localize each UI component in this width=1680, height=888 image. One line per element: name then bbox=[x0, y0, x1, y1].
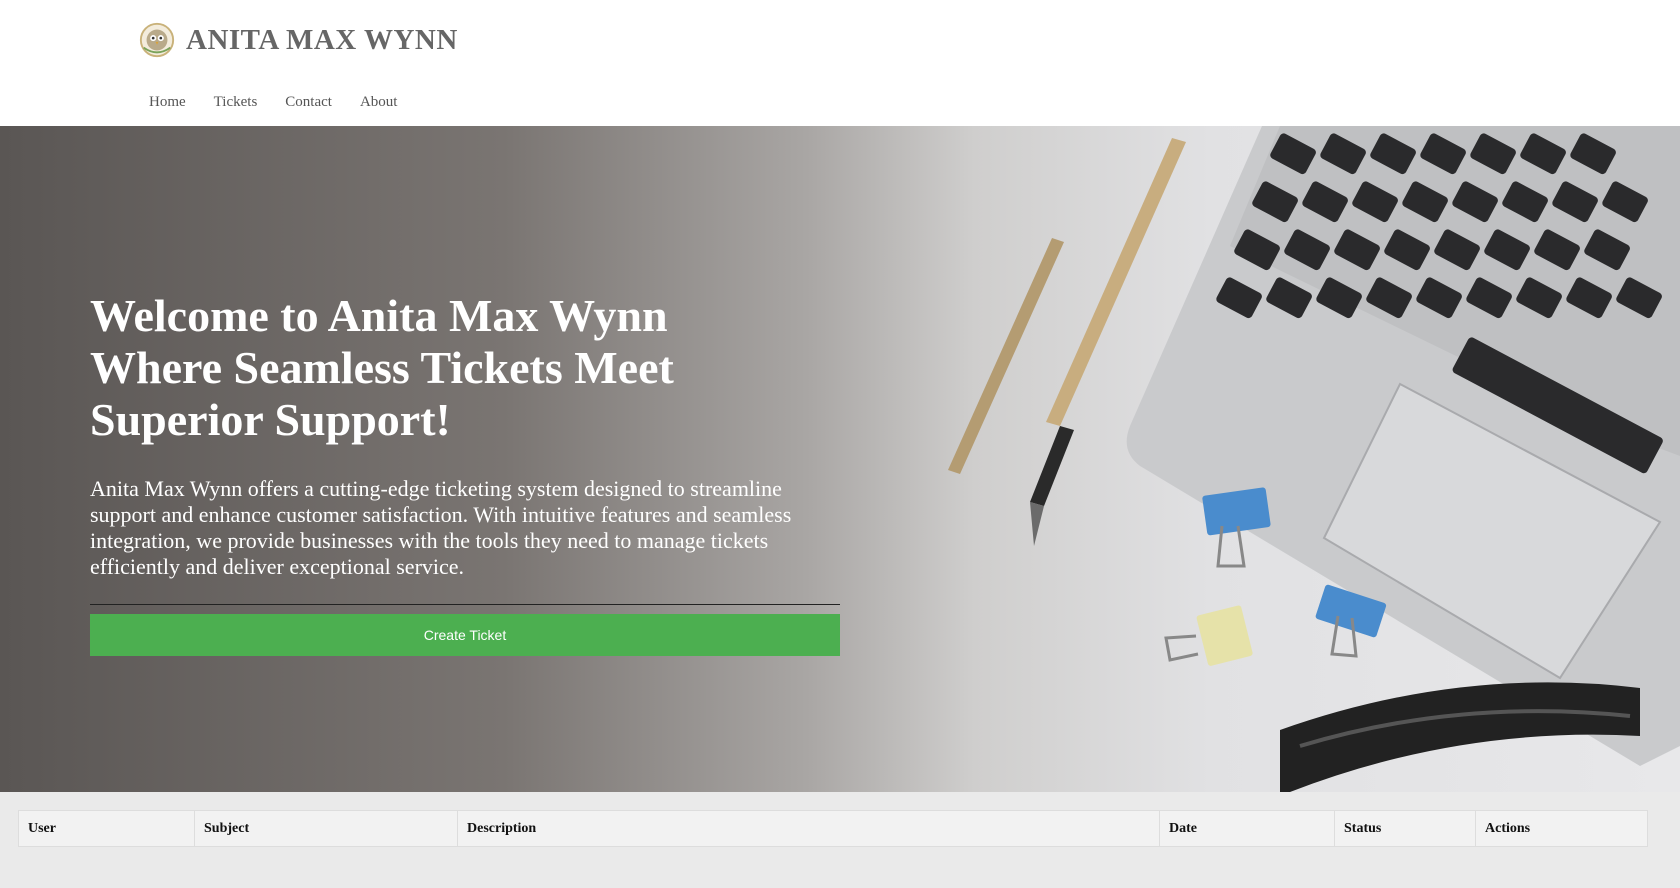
column-header-description: Description bbox=[457, 810, 1160, 847]
create-ticket-button[interactable]: Create Ticket bbox=[90, 614, 840, 656]
nav-contact[interactable]: Contact bbox=[285, 94, 332, 111]
hero-title-line-1: Welcome to Anita Max Wynn bbox=[90, 290, 668, 341]
hero-title-line-3: Superior Support! bbox=[90, 394, 451, 445]
laptop-illustration bbox=[1126, 126, 1680, 766]
owl-crest-logo-icon bbox=[139, 22, 175, 58]
glasses-illustration bbox=[1280, 682, 1640, 792]
pen-illustration bbox=[948, 138, 1186, 546]
tickets-table-section: User Subject Description Date Status Act… bbox=[0, 792, 1680, 888]
column-header-status: Status bbox=[1334, 810, 1476, 847]
hero-section: Welcome to Anita Max Wynn Where Seamless… bbox=[0, 126, 1680, 792]
nav-home[interactable]: Home bbox=[149, 94, 186, 111]
site-header: ANITA MAX WYNN Home Tickets Contact Abou… bbox=[0, 0, 1680, 126]
tickets-table: User Subject Description Date Status Act… bbox=[18, 810, 1648, 847]
column-header-subject: Subject bbox=[194, 810, 458, 847]
main-nav: Home Tickets Contact About bbox=[149, 94, 425, 111]
column-header-actions: Actions bbox=[1475, 810, 1648, 847]
hero-background-image bbox=[948, 126, 1680, 792]
hero-title-line-2: Where Seamless Tickets Meet bbox=[90, 342, 674, 393]
brand[interactable]: ANITA MAX WYNN bbox=[138, 20, 458, 60]
nav-tickets[interactable]: Tickets bbox=[214, 94, 258, 111]
hero-divider bbox=[90, 604, 840, 605]
brand-name: ANITA MAX WYNN bbox=[186, 23, 458, 56]
hero-description: Anita Max Wynn offers a cutting-edge tic… bbox=[90, 476, 792, 579]
table-header-row: User Subject Description Date Status Act… bbox=[18, 810, 1648, 847]
nav-about[interactable]: About bbox=[360, 94, 398, 111]
column-header-user: User bbox=[18, 810, 195, 847]
column-header-date: Date bbox=[1159, 810, 1335, 847]
hero-title: Welcome to Anita Max Wynn Where Seamless… bbox=[90, 290, 790, 446]
